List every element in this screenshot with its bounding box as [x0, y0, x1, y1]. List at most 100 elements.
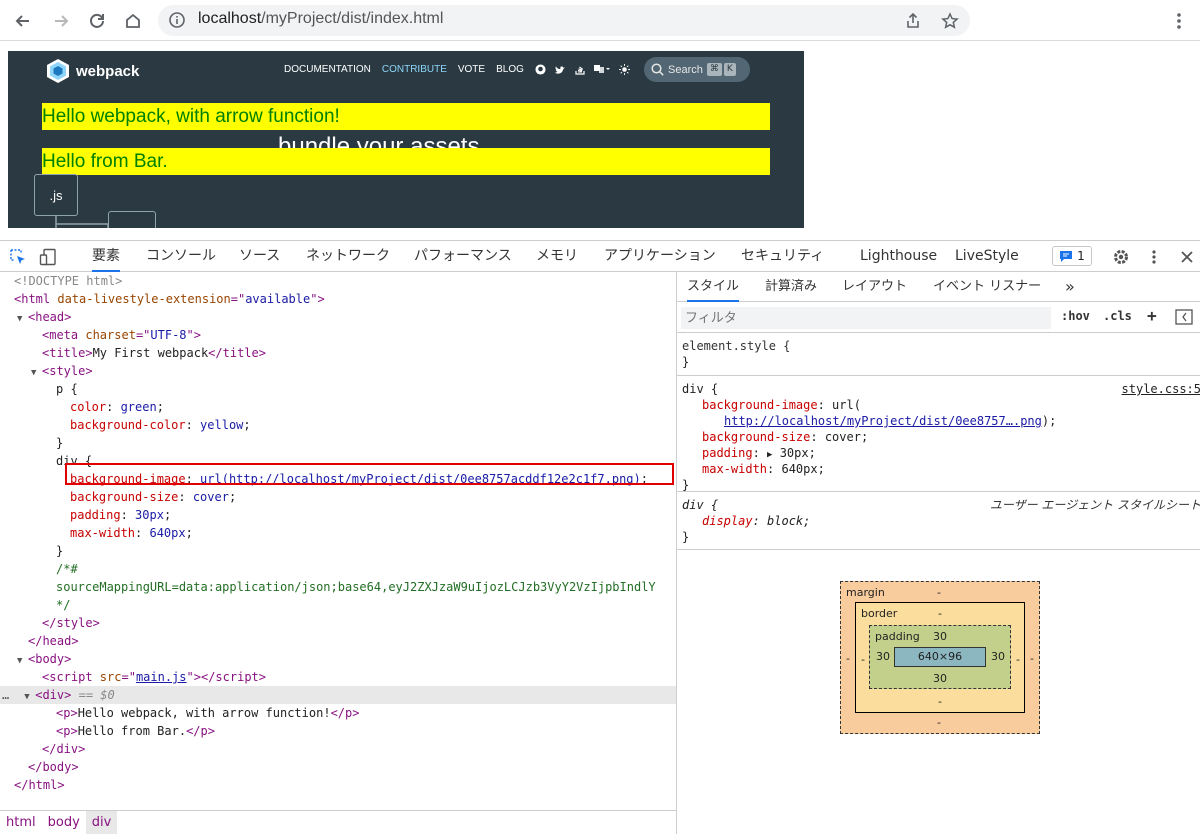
twitter-icon[interactable] [554, 65, 566, 75]
devtools-tabbar: 要素 コンソール ソース ネットワーク パフォーマンス メモリ アプリケーション… [0, 241, 1200, 272]
home-button[interactable] [120, 8, 146, 34]
webpack-cube-icon [47, 59, 69, 83]
box-model-border[interactable]: border - - - - padding 30 30 30 30 640×9… [855, 602, 1025, 713]
language-icon[interactable] [593, 64, 610, 75]
rule-element-style: element.style { } [677, 334, 1200, 376]
kbd-k: K [723, 63, 736, 76]
box-model-margin[interactable]: margin - - - - border - - - - padding 30… [840, 581, 1040, 734]
crumb-body[interactable]: body [42, 811, 86, 834]
dom-node-title[interactable]: <title>My First webpack</title> [0, 344, 676, 362]
reload-icon [90, 13, 104, 28]
rule-user-agent: div { ユーザー エージェント スタイルシート display: block… [677, 493, 1200, 550]
script-src-link[interactable]: main.js [136, 670, 187, 684]
rule-div-style-css: div { style.css:5 background-image: url(… [677, 377, 1200, 492]
browser-toolbar: localhost/myProject/dist/index.html [0, 0, 1200, 41]
browser-menu-button[interactable] [1166, 8, 1192, 34]
dom-node-body[interactable]: ▼ <body> [0, 650, 676, 668]
tab-application[interactable]: アプリケーション [604, 241, 716, 272]
hov-toggle[interactable]: :hov [1061, 309, 1090, 323]
crumb-div[interactable]: div [85, 811, 118, 834]
nav-contribute[interactable]: CONTRIBUTE [382, 64, 447, 75]
tab-console[interactable]: コンソール [146, 241, 216, 272]
dom-node-body-close[interactable]: </body> [0, 758, 676, 776]
css-comment: */ [56, 598, 71, 612]
dom-node-script[interactable]: <script src="main.js"></script> [0, 668, 676, 686]
tab-elements[interactable]: 要素 [92, 241, 120, 272]
info-icon[interactable] [168, 11, 186, 33]
forward-button[interactable] [48, 8, 74, 34]
tab-network[interactable]: ネットワーク [306, 241, 390, 272]
dom-node-html[interactable]: <html data-livestyle-extension="availabl… [0, 290, 676, 308]
dom-node-doctype[interactable]: <!DOCTYPE html> [0, 272, 676, 290]
device-toolbar-button[interactable] [38, 247, 58, 267]
title-text: My First webpack [92, 346, 209, 360]
dom-node-div-close[interactable]: </div> [0, 740, 676, 758]
inspect-element-button[interactable] [8, 247, 28, 267]
subtab-layout[interactable]: レイアウト [842, 272, 907, 302]
tab-memory[interactable]: メモリ [536, 241, 578, 272]
stackoverflow-icon[interactable] [575, 64, 585, 75]
dom-node-p[interactable]: <p>Hello webpack, with arrow function!</… [0, 704, 676, 722]
more-tabs-chevron-icon[interactable]: » [1065, 272, 1075, 302]
inspect-cursor-icon [10, 249, 25, 264]
address-bar[interactable]: localhost/myProject/dist/index.html [158, 5, 970, 36]
devtools-panel: 要素 コンソール ソース ネットワーク パフォーマンス メモリ アプリケーション… [0, 240, 1200, 834]
dom-node-style[interactable]: ▼ <style> [0, 362, 676, 380]
new-style-rule-plus-icon[interactable]: + [1147, 306, 1157, 325]
home-icon [126, 13, 140, 28]
url-host: localhost [198, 10, 262, 27]
tab-security[interactable]: セキュリティ [741, 241, 824, 272]
url-path: /myProject/dist/index.html [261, 10, 444, 27]
nav-documentation[interactable]: DOCUMENTATION [284, 64, 371, 75]
css-line: } [56, 544, 64, 558]
subtab-event-listeners[interactable]: イベント リスナー [933, 272, 1041, 302]
share-icon[interactable] [902, 10, 924, 32]
cls-toggle[interactable]: .cls [1103, 309, 1132, 323]
reload-button[interactable] [84, 8, 110, 34]
dom-node-div-selected[interactable]: … ▼ <div> == $0 [0, 686, 676, 704]
back-button[interactable] [10, 8, 36, 34]
nav-blog[interactable]: BLOG [496, 64, 524, 75]
issues-count: 1 [1077, 249, 1085, 263]
github-icon[interactable] [535, 64, 546, 75]
webpack-logo[interactable]: webpack [46, 58, 139, 84]
js-file-box: .js [34, 174, 78, 216]
dom-node-p[interactable]: <p>Hello from Bar.</p> [0, 722, 676, 740]
doctype-text: <!DOCTYPE html> [14, 274, 123, 288]
elements-tree: <!DOCTYPE html> <html data-livestyle-ext… [0, 272, 676, 810]
device-mode-icon [39, 248, 56, 266]
meta-charset-value: UTF-8 [150, 328, 187, 342]
nav-vote[interactable]: VOTE [458, 64, 485, 75]
devtools-close-button[interactable] [1177, 247, 1197, 267]
dom-node-meta[interactable]: <meta charset="UTF-8"> [0, 326, 676, 344]
search-placeholder: Search [668, 63, 703, 76]
devtools-more-button[interactable] [1144, 247, 1164, 267]
devtools-settings-button[interactable] [1111, 247, 1131, 267]
tab-livestyle[interactable]: LiveStyle [955, 241, 1019, 272]
site-search-button[interactable]: Search ⌘ K [644, 57, 750, 82]
subtab-styles[interactable]: スタイル [687, 272, 740, 302]
bookmark-star-icon[interactable] [939, 10, 961, 32]
styles-filter-input[interactable] [681, 307, 1051, 329]
dom-node-head[interactable]: ▼ <head> [0, 308, 676, 326]
tab-lighthouse[interactable]: Lighthouse [860, 241, 937, 272]
search-icon [651, 63, 664, 76]
dom-node-style-close[interactable]: </style> [0, 614, 676, 632]
styles-subtabs: スタイル 計算済み レイアウト イベント リスナー » [677, 272, 1200, 302]
crumb-html[interactable]: html [0, 811, 42, 834]
arrow-right-icon [55, 15, 69, 27]
dom-node-html-close[interactable]: </html> [0, 776, 676, 794]
theme-sun-icon[interactable] [618, 64, 630, 75]
tab-performance[interactable]: パフォーマンス [414, 241, 512, 272]
css-line: background-color: yellow; [70, 418, 251, 432]
styles-bgimg-url[interactable]: http://localhost/myProject/dist/0ee8757…… [724, 414, 1042, 428]
tab-sources[interactable]: ソース [239, 241, 280, 272]
box-model-content[interactable]: 640×96 [894, 647, 986, 667]
dom-node-head-close[interactable]: </head> [0, 632, 676, 650]
close-icon [1181, 251, 1193, 263]
subtab-computed[interactable]: 計算済み [765, 272, 817, 302]
box-model-padding[interactable]: padding 30 30 30 30 640×96 [869, 625, 1011, 689]
toggle-sidebar-icon[interactable] [1175, 309, 1193, 329]
issues-badge[interactable]: 1 [1052, 246, 1092, 266]
style-css-source-link[interactable]: style.css:5 [1122, 381, 1200, 397]
